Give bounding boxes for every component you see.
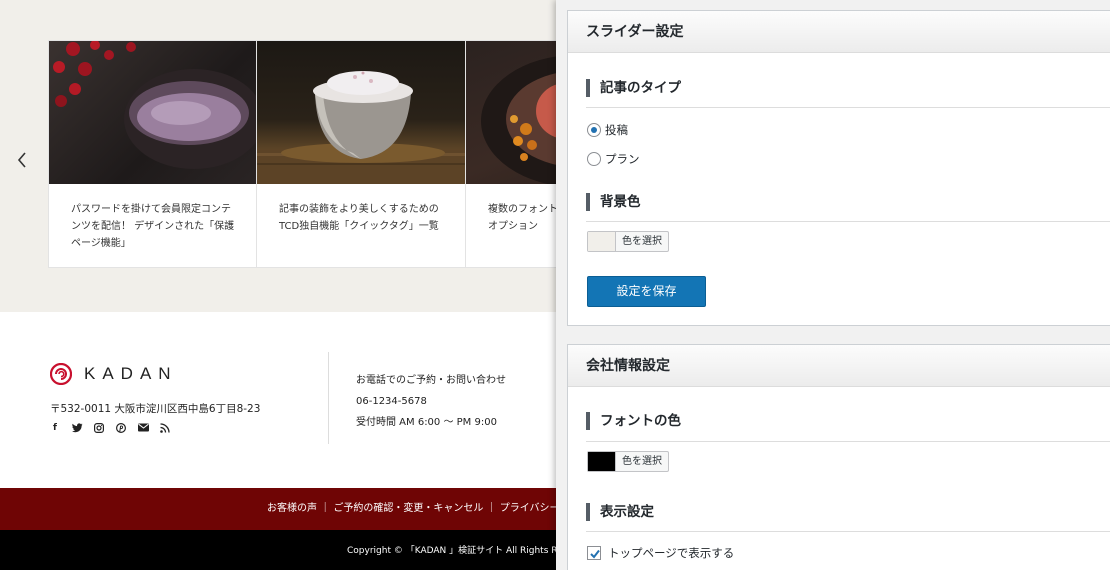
font-color-heading: フォントの色 <box>586 412 681 430</box>
radio-label: 投稿 <box>605 123 628 137</box>
radio-button[interactable] <box>587 152 601 166</box>
contact-phone[interactable]: 06-1234-5678 <box>356 391 506 412</box>
save-settings-button[interactable]: 設定を保存 <box>587 276 706 307</box>
mail-icon[interactable] <box>138 423 149 434</box>
logo-text: KADAN <box>84 364 178 383</box>
contact-heading: お電話でのご予約・お問い合わせ <box>356 375 506 386</box>
site-preview: パスワードを掛けて会員限定コンテンツを配信！ デザインされた「保護ページ機能」 <box>0 0 556 570</box>
radio-button-checked[interactable] <box>587 123 601 137</box>
instagram-icon[interactable] <box>94 423 105 434</box>
card-thumbnail <box>466 41 556 184</box>
company-settings-box: 会社情報設定 フォントの色 色を選択 表示設定 トップページで表示する <box>567 344 1110 570</box>
slider-cards: パスワードを掛けて会員限定コンテンツを配信！ デザインされた「保護ページ機能」 <box>48 40 556 268</box>
card-thumbnail <box>49 41 256 184</box>
footer-nav: お客様の声 ｜ ご予約の確認・変更・キャンセル ｜ プライバシーポリシー <box>0 488 556 530</box>
contact-hours: 受付時間 AM 6:00 〜 PM 9:00 <box>356 417 497 428</box>
section-divider <box>586 221 1110 222</box>
radio-option-plan[interactable]: プラン <box>587 151 640 167</box>
section-divider <box>586 531 1110 532</box>
slider-card[interactable]: 記事の装飾をより美しくするためのTCD独自機能「クイックタグ」一覧 <box>257 40 466 268</box>
font-color-picker-button[interactable]: 色を選択 <box>587 451 669 472</box>
slider-prev-arrow-icon[interactable] <box>16 150 34 172</box>
site-logo[interactable]: KADAN <box>50 363 178 385</box>
copyright-text: Copyright © 「KADAN 」検証サイト All Rights Res… <box>347 546 556 556</box>
contact-info: お電話でのご予約・お問い合わせ 06-1234-5678 受付時間 AM 6:0… <box>356 370 506 433</box>
radio-option-post[interactable]: 投稿 <box>587 122 628 138</box>
article-type-heading: 記事のタイプ <box>586 79 681 97</box>
section-divider <box>586 107 1110 108</box>
company-address: 〒532-0011 大阪市淀川区西中島6丁目8-23 <box>50 403 261 415</box>
footer-info: KADAN 〒532-0011 大阪市淀川区西中島6丁目8-23 f お電話での… <box>0 312 556 488</box>
choose-color-label: 色を選択 <box>622 236 662 247</box>
show-on-top-checkbox[interactable] <box>587 546 601 560</box>
section-divider <box>586 441 1110 442</box>
footer-divider <box>328 352 329 444</box>
social-links: f <box>50 422 170 434</box>
color-swatch <box>588 232 616 251</box>
slider-settings-title: スライダー設定 <box>568 11 1110 53</box>
checkmark-icon <box>590 549 600 559</box>
facebook-icon[interactable]: f <box>50 423 60 434</box>
slider-card[interactable]: パスワードを掛けて会員限定コンテンツを配信！ デザインされた「保護ページ機能」 <box>48 40 257 268</box>
card-title: 記事の装飾をより美しくするためのTCD独自機能「クイックタグ」一覧 <box>279 204 439 232</box>
show-on-top-label: トップページで表示する <box>608 546 735 560</box>
pinterest-icon[interactable] <box>115 422 127 434</box>
rss-icon[interactable] <box>160 423 170 434</box>
slider-card[interactable]: 複数のフォントを使い分けたテーマオプション <box>466 40 556 268</box>
slider-settings-box: スライダー設定 記事のタイプ 投稿 プラン 背景色 色を選択 設定を保存 <box>567 10 1110 326</box>
bg-color-picker-button[interactable]: 色を選択 <box>587 231 669 252</box>
choose-color-label: 色を選択 <box>622 456 662 467</box>
card-thumbnail <box>257 41 465 184</box>
display-settings-heading: 表示設定 <box>586 503 654 521</box>
footer-nav-links[interactable]: お客様の声 ｜ ご予約の確認・変更・キャンセル ｜ プライバシーポリシー <box>267 488 556 530</box>
twitter-icon[interactable] <box>72 423 83 434</box>
featured-slider-section: パスワードを掛けて会員限定コンテンツを配信！ デザインされた「保護ページ機能」 <box>0 0 556 312</box>
radio-label: プラン <box>605 152 640 166</box>
show-on-top-option[interactable]: トップページで表示する <box>587 545 734 561</box>
company-settings-title: 会社情報設定 <box>568 345 1110 387</box>
copyright-bar: Copyright © 「KADAN 」検証サイト All Rights Res… <box>0 530 556 570</box>
bg-color-heading: 背景色 <box>586 193 641 211</box>
card-title: 複数のフォントを使い分けたテーマオプション <box>488 204 556 232</box>
kadan-logo-icon <box>50 363 72 385</box>
card-title: パスワードを掛けて会員限定コンテンツを配信！ デザインされた「保護ページ機能」 <box>71 204 235 249</box>
settings-panel: スライダー設定 記事のタイプ 投稿 プラン 背景色 色を選択 設定を保存 会社情… <box>556 0 1110 570</box>
color-swatch <box>588 452 616 471</box>
